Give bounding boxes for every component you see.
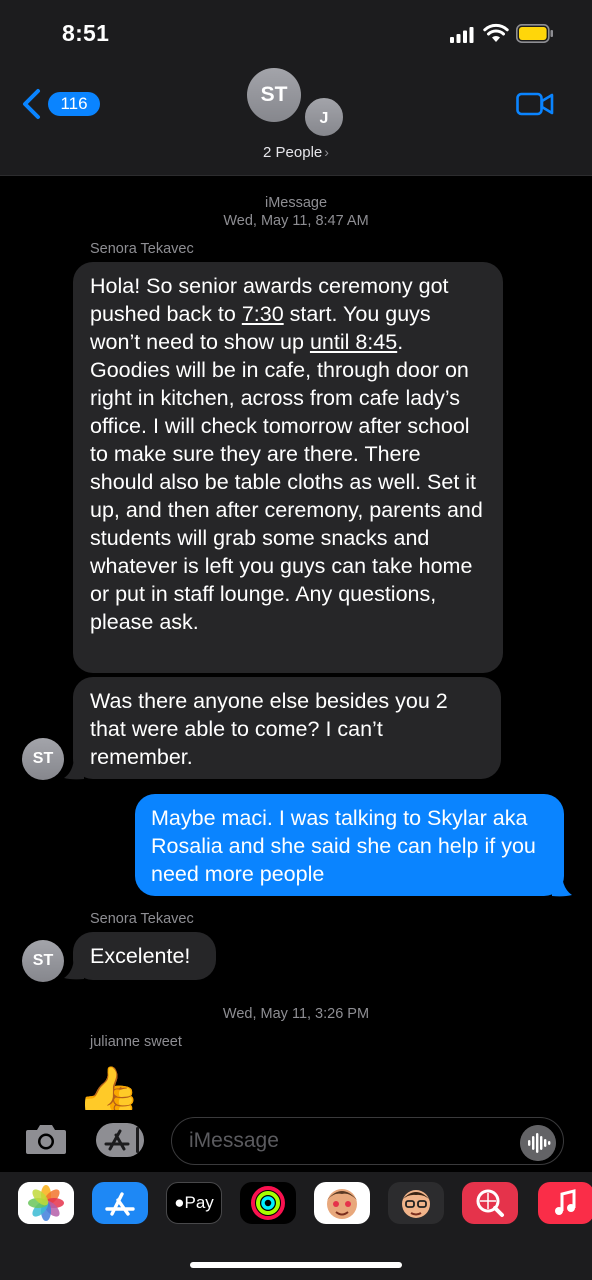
battery-icon [516,24,553,43]
memoji-icon[interactable] [388,1182,444,1224]
status-time: 8:51 [62,20,110,46]
conversation-header: 8:51 116 ST J 2 People › [0,0,592,176]
sender-avatar-st[interactable]: ST [22,738,64,780]
unread-count-badge: 116 [48,92,100,116]
memoji-stickers-icon[interactable] [314,1182,370,1224]
sender-avatar-st[interactable]: ST [22,940,64,982]
facetime-video-icon[interactable] [516,90,554,118]
app-store-icon[interactable] [92,1182,148,1224]
group-title: 2 People [263,144,323,161]
sender-name: Senora Tekavec [90,911,194,927]
incoming-message-bubble[interactable]: Hola! So senior awards ceremony got push… [73,262,503,673]
compose-bar [0,1110,592,1172]
music-icon[interactable] [538,1182,592,1224]
sender-name: julianne sweet [90,1034,182,1050]
home-indicator[interactable] [190,1262,402,1268]
wifi-icon [483,23,509,42]
app-store-drawer-icon[interactable] [94,1121,146,1159]
cellular-signal-icon [450,27,474,43]
timestamp: Wed, May 11, 3:26 PM [222,1006,370,1022]
message-input[interactable] [171,1117,564,1165]
time-link[interactable]: 7:30 [242,302,284,326]
group-avatar-st[interactable]: ST [247,68,301,122]
web-images-icon[interactable] [462,1182,518,1224]
group-details-link[interactable]: 2 People › [0,144,592,161]
message-text: Maybe maci. I was talking to Skylar aka … [151,806,536,886]
time-link[interactable]: until 8:45 [310,330,397,354]
incoming-message-bubble[interactable]: Excelente! [73,932,216,980]
apple-pay-icon[interactable]: ●Pay [166,1182,222,1224]
sender-name: Senora Tekavec [90,241,194,257]
chevron-right-icon: › [324,144,329,160]
group-avatar-j[interactable]: J [303,96,345,138]
apple-logo-icon: ● [174,1193,185,1212]
message-text: . Goodies will be in cafe, through door … [90,330,483,634]
back-button[interactable]: 116 [20,86,100,122]
timestamp: Wed, May 11, 8:47 AM [223,213,369,229]
chevron-left-icon [23,89,40,119]
pay-label: Pay [184,1193,214,1212]
photos-icon[interactable] [18,1182,74,1224]
incoming-message-bubble[interactable]: Was there anyone else besides you 2 that… [73,677,501,779]
message-text: Was there anyone else besides you 2 that… [90,689,448,769]
bubble-tail [64,758,84,780]
message-text: Excelente! [90,944,191,968]
service-label: iMessage [264,195,328,211]
bubble-tail [64,958,84,980]
camera-icon[interactable] [24,1122,68,1156]
audio-message-icon[interactable] [520,1125,556,1161]
activity-icon[interactable] [240,1182,296,1224]
outgoing-message-bubble[interactable]: Maybe maci. I was talking to Skylar aka … [135,794,564,896]
bubble-tail [552,875,572,897]
